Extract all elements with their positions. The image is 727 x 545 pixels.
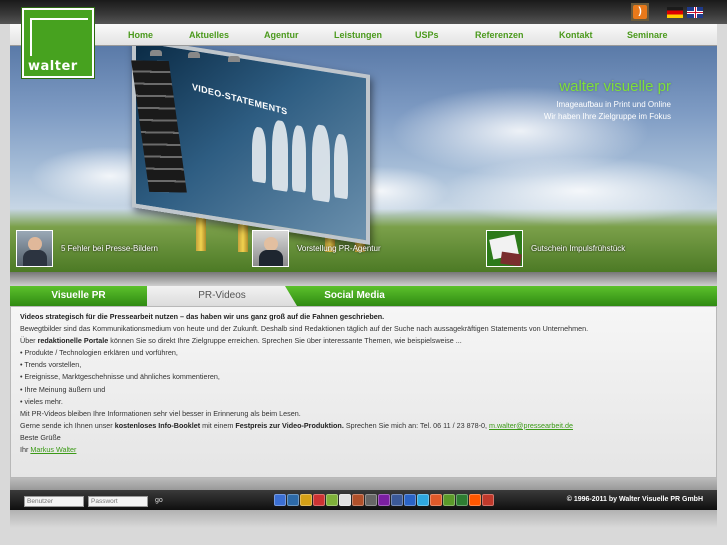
- walter-logo[interactable]: walter: [22, 8, 94, 78]
- teaser-gutschein[interactable]: Gutschein Impulsfrühstück: [486, 228, 625, 268]
- teaser-pr-agentur[interactable]: Vorstellung PR-Agentur: [252, 228, 381, 268]
- hero-headline: walter visuelle pr: [559, 78, 671, 95]
- top-bar: ): [0, 0, 727, 24]
- copyright-text: © 1996-2011 by Walter Visuelle PR GmbH: [566, 496, 703, 503]
- tab-social-media[interactable]: Social Media: [297, 286, 412, 306]
- reddit-icon[interactable]: [469, 494, 481, 506]
- portrait-thumbnail: [16, 229, 53, 267]
- twitter-icon[interactable]: [417, 494, 429, 506]
- delicious-icon[interactable]: [274, 494, 286, 506]
- billboard-image: VIDEO-STATEMENTS: [131, 46, 370, 245]
- hero-subline: Imageaufbau in Print und Online: [556, 100, 671, 109]
- camera-crew-silhouette: [334, 133, 348, 200]
- password-field[interactable]: [88, 496, 148, 507]
- technorati-icon[interactable]: [443, 494, 455, 506]
- camera-crew-silhouette: [252, 126, 266, 184]
- paragraph: Bewegtbilder sind das Kommunikationsmedi…: [20, 324, 589, 334]
- email-link[interactable]: m.walter@pressearbeit.de: [489, 421, 573, 430]
- nav-aktuelles[interactable]: Aktuelles: [189, 30, 229, 40]
- newsvine-icon[interactable]: [456, 494, 468, 506]
- tab-content: Videos strategisch für die Pressearbeit …: [10, 306, 717, 478]
- divider: [10, 478, 717, 490]
- paragraph: Mit PR-Videos bleiben Ihre Informationen…: [20, 408, 301, 418]
- paragraph: Gerne sende ich Ihnen unser kostenloses …: [20, 420, 573, 430]
- flag-de-icon[interactable]: [667, 6, 683, 18]
- yahoo-icon[interactable]: [378, 494, 390, 506]
- camera-crew-silhouette: [292, 124, 306, 193]
- mail-icon[interactable]: [482, 494, 494, 506]
- list-item: • Trends vorstellen,: [20, 360, 82, 370]
- nav-home[interactable]: Home: [128, 30, 153, 40]
- mister-wong-icon[interactable]: [300, 494, 312, 506]
- tab-visuelle-pr[interactable]: Visuelle PR: [10, 286, 147, 306]
- teaser-label: 5 Fehler bei Presse-Bildern: [61, 243, 158, 253]
- hero-banner: VIDEO-STATEMENTS walter visuelle pr Imag…: [10, 46, 717, 272]
- nav-usps[interactable]: USPs: [415, 30, 439, 40]
- camera-crew-silhouette: [312, 123, 330, 203]
- author-link[interactable]: Markus Walter: [30, 445, 76, 454]
- list-item: • Ereignisse, Marktgeschehnisse und ähnl…: [20, 372, 220, 382]
- flag-uk-icon[interactable]: [687, 6, 703, 18]
- nav-kontakt[interactable]: Kontakt: [559, 30, 593, 40]
- list-item: • vieles mehr.: [20, 396, 63, 406]
- logo-frame: [30, 18, 88, 56]
- nav-agentur[interactable]: Agentur: [264, 30, 299, 40]
- content-heading: Videos strategisch für die Pressearbeit …: [20, 312, 385, 321]
- voucher-thumbnail: [486, 229, 523, 267]
- nav-seminare[interactable]: Seminare: [627, 30, 668, 40]
- rss-icon[interactable]: ): [631, 3, 649, 21]
- greeting: Beste Grüße: [20, 432, 61, 442]
- linkarena-icon[interactable]: [352, 494, 364, 506]
- digg-icon[interactable]: [287, 494, 299, 506]
- camera-crew-silhouette: [272, 119, 288, 192]
- teaser-presse-bilder[interactable]: 5 Fehler bei Presse-Bildern: [16, 228, 158, 268]
- nav-leistungen[interactable]: Leistungen: [334, 30, 382, 40]
- cloud: [440, 156, 717, 226]
- main-nav: Home Aktuelles Agentur Leistungen USPs R…: [10, 24, 717, 46]
- myspace-icon[interactable]: [404, 494, 416, 506]
- lamp-icon: [188, 52, 200, 58]
- login-button[interactable]: go: [155, 497, 163, 504]
- footer-reflection: [10, 510, 717, 528]
- yigg-icon[interactable]: [326, 494, 338, 506]
- list-item: • Produkte / Technologien erklären und v…: [20, 348, 178, 358]
- logo-text: walter: [28, 59, 78, 74]
- stumbleupon-icon[interactable]: [430, 494, 442, 506]
- footer-bar: go © 1996-2011 by Walter Visuelle PR Gmb…: [10, 490, 717, 510]
- username-field[interactable]: [24, 496, 84, 507]
- list-item: • Ihre Meinung äußern und: [20, 384, 106, 394]
- content-tabs: Visuelle PR PR-Videos Social Media: [10, 286, 717, 306]
- signature: Ihr Markus Walter: [20, 445, 77, 455]
- hero-subline: Wir haben Ihre Zielgruppe im Fokus: [543, 112, 671, 121]
- paragraph: Über redaktionelle Portale können Sie so…: [20, 336, 462, 346]
- portrait-thumbnail: [252, 229, 289, 267]
- oneview-icon[interactable]: [365, 494, 377, 506]
- teaser-label: Gutschein Impulsfrühstück: [531, 243, 626, 253]
- webnews-icon[interactable]: [313, 494, 325, 506]
- google-icon[interactable]: [339, 494, 351, 506]
- lamp-icon: [150, 50, 162, 56]
- lamp-icon: [228, 56, 240, 62]
- divider: [10, 272, 717, 286]
- teaser-label: Vorstellung PR-Agentur: [297, 243, 381, 253]
- nav-referenzen[interactable]: Referenzen: [475, 30, 524, 40]
- social-bookmarks: [274, 494, 494, 506]
- language-switcher: ): [631, 3, 703, 21]
- tab-pr-videos[interactable]: PR-Videos: [147, 286, 297, 306]
- facebook-icon[interactable]: [391, 494, 403, 506]
